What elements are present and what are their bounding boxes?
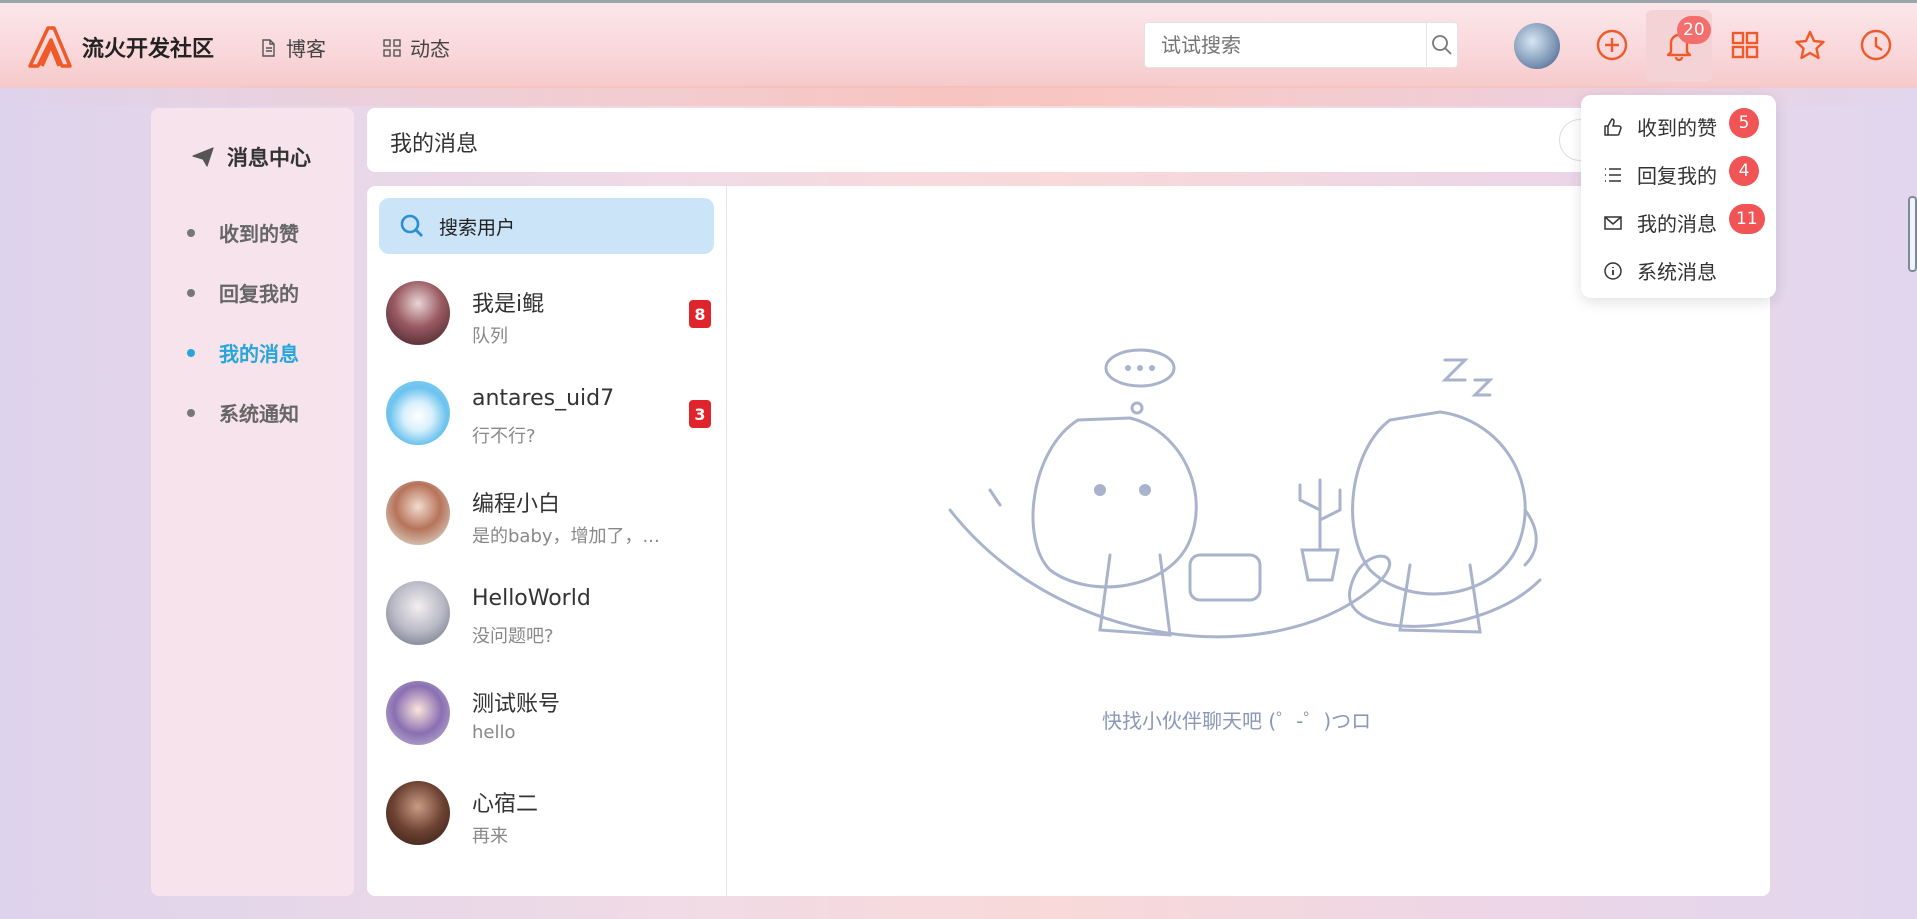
dropdown-item-label: 回复我的 <box>1637 164 1717 188</box>
bullet-dot <box>187 408 195 417</box>
bullet-dot <box>187 288 195 297</box>
contact-avatar <box>386 781 450 845</box>
unread-badge: 8 <box>689 300 711 328</box>
bullet-dot <box>187 228 195 237</box>
sidebar-title-text: 消息中心 <box>227 146 311 170</box>
document-icon <box>262 38 275 57</box>
sidebar-item-label: 我的消息 <box>219 342 299 366</box>
contact-name: 测试账号 <box>472 692 561 717</box>
info-icon <box>1604 261 1622 280</box>
contact-preview: 行不行? <box>472 426 536 447</box>
contact-avatar <box>386 581 450 645</box>
favorites-button[interactable] <box>1788 23 1832 67</box>
paper-plane-icon <box>192 147 214 167</box>
grid-icon <box>383 38 401 57</box>
apps-button[interactable] <box>1723 23 1767 67</box>
apps-grid-icon <box>1731 31 1759 59</box>
dropdown-item-label: 收到的赞 <box>1637 116 1717 140</box>
contact-name: HelloWorld <box>472 586 591 611</box>
search-input[interactable] <box>1145 23 1426 67</box>
contact-item[interactable]: HelloWorld 没问题吧? <box>367 566 727 666</box>
contact-item[interactable]: 测试账号 hello <box>367 666 727 766</box>
messages-header: 我的消息 <box>367 108 1770 172</box>
sidebar-item-label: 回复我的 <box>219 282 299 306</box>
nav-blog[interactable]: 博客 <box>258 33 326 62</box>
contact-preview: 是的baby，增加了，... <box>472 526 660 547</box>
sidebar-title: 消息中心 <box>191 142 311 172</box>
search-icon <box>400 214 423 237</box>
sidebar-item-label: 系统通知 <box>219 402 299 426</box>
sidebar-item-system[interactable]: 系统通知 <box>187 398 299 427</box>
contact-list: 搜索用户 我是i鲲 队列 8 antares_uid7 行不行? 3 编程小白 … <box>367 186 727 896</box>
sidebar-item-replies[interactable]: 回复我的 <box>187 278 299 307</box>
scrollbar-handle[interactable] <box>1908 196 1917 272</box>
contact-avatar <box>386 681 450 745</box>
site-name[interactable]: 流火开发社区 <box>82 31 214 63</box>
contact-item[interactable]: antares_uid7 行不行? 3 <box>367 366 727 466</box>
contact-name: 编程小白 <box>472 492 561 517</box>
dropdown-badge: 4 <box>1729 156 1759 186</box>
site-search <box>1144 22 1458 68</box>
list-icon <box>1605 167 1621 182</box>
nav-blog-label: 博客 <box>286 37 326 61</box>
contact-item[interactable]: 我是i鲲 队列 8 <box>367 266 727 366</box>
contact-name: 我是i鲲 <box>472 292 545 317</box>
user-search-label: 搜索用户 <box>439 216 516 239</box>
dropdown-item-likes[interactable]: 收到的赞 <box>1603 112 1717 141</box>
notification-count-badge: 20 <box>1677 16 1711 44</box>
dropdown-item-messages[interactable]: 我的消息 <box>1603 208 1717 237</box>
mail-icon <box>1604 215 1622 230</box>
sidebar-item-my-messages[interactable]: 我的消息 <box>187 338 299 367</box>
sidebar-item-label: 收到的赞 <box>219 222 299 246</box>
dropdown-badge: 11 <box>1729 204 1765 234</box>
plus-circle-icon <box>1596 29 1628 61</box>
contact-avatar <box>386 281 450 345</box>
contact-preview: 没问题吧? <box>472 626 554 647</box>
dropdown-item-replies[interactable]: 回复我的 <box>1603 160 1717 189</box>
contact-name: antares_uid7 <box>472 386 615 411</box>
user-search-box[interactable]: 搜索用户 <box>379 198 714 254</box>
create-button[interactable] <box>1590 23 1634 67</box>
history-button[interactable] <box>1854 23 1898 67</box>
site-logo-icon[interactable] <box>26 22 74 70</box>
contact-preview: 再来 <box>472 826 508 847</box>
dropdown-item-label: 我的消息 <box>1637 212 1717 236</box>
empty-chat-illustration <box>948 348 1542 639</box>
contact-avatar <box>386 381 450 445</box>
message-center-sidebar: 消息中心 收到的赞 回复我的 我的消息 系统通知 <box>151 108 354 896</box>
unread-badge: 3 <box>689 400 711 428</box>
contact-preview: hello <box>472 722 516 743</box>
dropdown-item-label: 系统消息 <box>1637 260 1717 284</box>
star-icon <box>1795 30 1825 60</box>
contact-name: 心宿二 <box>472 792 539 817</box>
contact-avatar <box>386 481 450 545</box>
thumbs-up-icon <box>1604 117 1622 136</box>
nav-feed-label: 动态 <box>410 37 450 61</box>
search-icon <box>1432 35 1452 55</box>
dropdown-badge: 5 <box>1729 108 1759 138</box>
user-avatar[interactable] <box>1514 23 1560 69</box>
bullet-dot <box>187 348 195 357</box>
contact-preview: 队列 <box>472 326 508 347</box>
notification-dropdown: 收到的赞 5 回复我的 4 我的消息 11 系统消息 <box>1581 95 1776 298</box>
dropdown-item-system[interactable]: 系统消息 <box>1603 256 1717 285</box>
search-button[interactable] <box>1426 23 1457 67</box>
contact-item[interactable]: 心宿二 再来 <box>367 766 727 866</box>
page-title: 我的消息 <box>390 132 479 157</box>
sidebar-item-likes[interactable]: 收到的赞 <box>187 218 299 247</box>
nav-feed[interactable]: 动态 <box>382 33 450 62</box>
empty-state-text: 快找小伙伴聊天吧 (゜-゜)つロ <box>1102 709 1372 733</box>
contact-item[interactable]: 编程小白 是的baby，增加了，... <box>367 466 727 566</box>
clock-icon <box>1860 29 1892 61</box>
